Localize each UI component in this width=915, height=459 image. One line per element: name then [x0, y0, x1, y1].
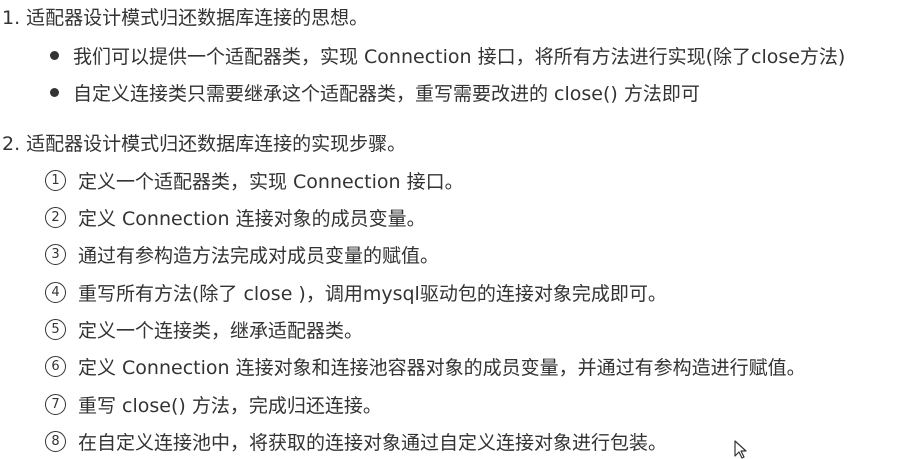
- step-item: 5 定义一个连接类，继承适配器类。: [45, 319, 363, 343]
- step-item: 2 定义 Connection 连接对象的成员变量。: [45, 207, 426, 231]
- step-item: 4 重写所有方法(除了 close )，调用mysql驱动包的连接对象完成即可。: [45, 282, 667, 306]
- step-item: 1 定义一个适配器类，实现 Connection 接口。: [45, 170, 464, 194]
- step-number: 8: [45, 431, 66, 452]
- bullet-text: 自定义连接类只需要继承这个适配器类，重写需要改进的 close() 方法即可: [73, 83, 700, 105]
- step-number: 6: [45, 356, 66, 377]
- bullet-dot-icon: [50, 88, 59, 97]
- step-number: 3: [45, 244, 66, 265]
- document-body: 1. 适配器设计模式归还数据库连接的思想。 我们可以提供一个适配器类，实现 Co…: [0, 0, 915, 459]
- bullet-item: 自定义连接类只需要继承这个适配器类，重写需要改进的 close() 方法即可: [50, 82, 700, 106]
- step-text: 重写 close() 方法，完成归还连接。: [78, 395, 382, 417]
- step-text: 定义一个适配器类，实现 Connection 接口。: [78, 171, 464, 193]
- section-1-title: 1. 适配器设计模式归还数据库连接的思想。: [2, 7, 369, 29]
- step-number: 7: [45, 394, 66, 415]
- bullet-text: 我们可以提供一个适配器类，实现 Connection 接口，将所有方法进行实现(…: [73, 46, 846, 68]
- step-text: 定义 Connection 连接对象和连接池容器对象的成员变量，并通过有参构造进…: [78, 357, 806, 379]
- step-item: 7 重写 close() 方法，完成归还连接。: [45, 394, 382, 418]
- step-text: 定义一个连接类，继承适配器类。: [78, 320, 364, 342]
- step-text: 在自定义连接池中，将获取的连接对象通过自定义连接对象进行包装。: [78, 432, 668, 454]
- step-number: 5: [45, 319, 66, 340]
- step-item: 3 通过有参构造方法完成对成员变量的赋值。: [45, 244, 439, 268]
- step-number: 2: [45, 207, 66, 228]
- step-number: 1: [45, 170, 66, 191]
- step-text: 重写所有方法(除了 close )，调用mysql驱动包的连接对象完成即可。: [78, 283, 667, 305]
- step-text: 定义 Connection 连接对象的成员变量。: [78, 208, 426, 230]
- bullet-dot-icon: [50, 51, 59, 60]
- mouse-pointer-icon: [734, 440, 747, 459]
- bullet-item: 我们可以提供一个适配器类，实现 Connection 接口，将所有方法进行实现(…: [50, 45, 845, 69]
- step-text: 通过有参构造方法完成对成员变量的赋值。: [78, 245, 440, 267]
- step-item: 6 定义 Connection 连接对象和连接池容器对象的成员变量，并通过有参构造…: [45, 356, 806, 380]
- step-item: 8 在自定义连接池中，将获取的连接对象通过自定义连接对象进行包装。: [45, 431, 667, 455]
- section-2-title: 2. 适配器设计模式归还数据库连接的实现步骤。: [2, 133, 407, 155]
- step-number: 4: [45, 282, 66, 303]
